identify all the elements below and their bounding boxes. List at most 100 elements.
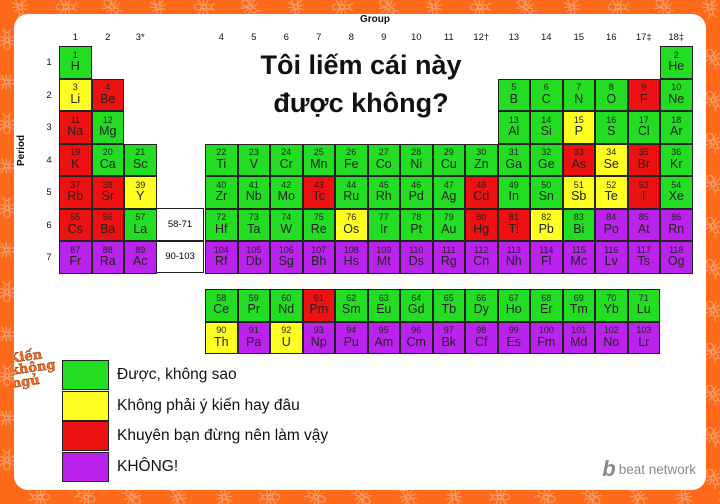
element-pm: 61 Pm [302, 289, 335, 322]
element-np: 93 Np [302, 321, 335, 354]
element-db: 105 Db [237, 241, 270, 274]
element-hf: 72 Hf [205, 208, 238, 241]
element-symbol: Cu [440, 156, 457, 171]
group-label: 13 [508, 32, 520, 43]
title-line-2: được không? [273, 88, 449, 118]
element-symbol: Sm [341, 302, 361, 317]
element-symbol: Ge [537, 156, 555, 171]
element-sb: 51 Sb [562, 176, 595, 209]
element-symbol: At [637, 221, 650, 236]
element-f: 9F [627, 78, 660, 111]
period-label: 6 [46, 219, 52, 231]
element-symbol: Ir [379, 221, 388, 236]
group-label: 8 [348, 32, 354, 43]
element-sc: 21 Sc [124, 143, 157, 176]
element-es: 99 Es [497, 321, 530, 354]
element-k: 19 K [59, 143, 92, 176]
element-symbol: Al [508, 124, 520, 139]
element-at: 85 At [627, 208, 660, 241]
element-n: 7N [562, 78, 595, 111]
element-w: 74 W [270, 208, 303, 241]
element-symbol: Bh [311, 254, 327, 269]
ant-icon [331, 0, 354, 16]
element-zr: 40 Zr [205, 176, 238, 209]
element-symbol: Po [603, 221, 619, 236]
element-he: 2 He [660, 46, 693, 79]
element-sg: 106 Sg [270, 241, 303, 274]
legend-item: Không phải ý kiến hay đâu [62, 390, 300, 421]
element-symbol: Zn [473, 156, 489, 171]
element-symbol: Ru [343, 189, 360, 204]
element-cm: 96 Cm [400, 321, 433, 354]
element-au: 79 Au [432, 208, 465, 241]
group-label: 16 [605, 32, 617, 43]
ant-icon [258, 488, 281, 504]
element-symbol: I [642, 189, 646, 204]
element-symbol: Hs [343, 254, 359, 269]
group-label: 7 [316, 32, 322, 43]
element-symbol: Lu [636, 302, 651, 317]
element-symbol: C [541, 91, 551, 106]
element-u: 92 U [270, 321, 303, 354]
element-symbol: Rf [215, 254, 228, 269]
element-ho: 67 Ho [497, 289, 530, 322]
ant-icon [469, 0, 492, 16]
element-cr: 24 Cr [270, 143, 303, 176]
element-symbol: Os [343, 221, 360, 236]
element-symbol: Sr [101, 189, 115, 204]
element-o: 8O [595, 78, 628, 111]
element-symbol: Ce [213, 302, 230, 317]
element-symbol: Nh [505, 254, 522, 269]
element-symbol: Mg [99, 124, 117, 139]
element-lr: 103 Lr [627, 321, 660, 354]
element-p: 15 P [562, 111, 595, 144]
element-symbol: Cm [406, 334, 426, 349]
element-dy: 66 Dy [465, 289, 498, 322]
element-symbol: Ni [410, 156, 423, 171]
group-label: 3* [135, 32, 145, 43]
element-pd: 46 Pd [400, 176, 433, 209]
element-cs: 55 Cs [59, 208, 92, 241]
element-nb: 41 Nb [237, 176, 270, 209]
element-yb: 70 Yb [595, 289, 628, 322]
element-symbol: Br [637, 156, 651, 171]
legend-swatch [62, 451, 109, 482]
element-ar: 18 Ar [660, 111, 693, 144]
group-label: 18‡ [668, 32, 685, 43]
element-na: 11 Na [59, 111, 92, 144]
element-pb: 82 Pb [530, 208, 563, 241]
element-symbol: Sg [278, 254, 294, 269]
element-ta: 73 Ta [237, 208, 270, 241]
element-bh: 107 Bh [302, 241, 335, 274]
period-label: 4 [46, 154, 52, 166]
element-symbol: F [639, 91, 648, 106]
element-symbol: Tb [441, 302, 457, 317]
element-symbol: Hf [215, 221, 228, 236]
element-symbol: Pt [410, 221, 423, 236]
element-tc: 43 Tc [302, 176, 335, 209]
element-symbol: Be [100, 91, 116, 106]
period-label: 7 [46, 252, 52, 263]
element-fr: 87 Fr [59, 241, 92, 274]
element-symbol: Eu [376, 302, 392, 317]
element-pr: 59 Pr [237, 289, 270, 322]
element-symbol: P [574, 124, 583, 139]
element-ca: 20 Ca [91, 143, 124, 176]
element-lv: 116 Lv [595, 241, 628, 274]
legend-label: Khuyên bạn đừng nên làm vậy [117, 427, 329, 444]
element-symbol: Cl [637, 124, 650, 139]
element-symbol: Sn [538, 189, 554, 204]
element-symbol: No [603, 334, 620, 349]
element-os: 76 Os [335, 208, 368, 241]
element-symbol: Cd [473, 189, 490, 204]
element-symbol: U [281, 334, 291, 349]
element-no: 102 No [595, 321, 628, 354]
element-symbol: Co [375, 156, 392, 171]
element-ac: 89 Ac [124, 241, 157, 274]
element-lu: 71 Lu [627, 289, 660, 322]
element-kr: 36 Kr [660, 143, 693, 176]
element-symbol: Re [310, 221, 327, 236]
element-i: 53 I [627, 176, 660, 209]
element-nh: 113 Nh [497, 241, 530, 274]
element-og: 118 Og [660, 241, 693, 274]
